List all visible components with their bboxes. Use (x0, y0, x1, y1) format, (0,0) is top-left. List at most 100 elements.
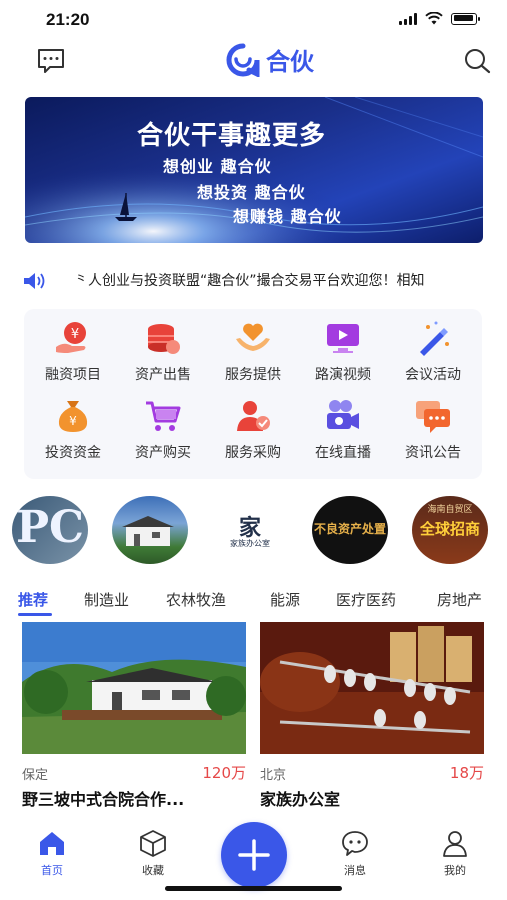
category-grid: ¥ 融资项目 资产出售 服务提供 路演视频 会议活动 ¥ 投资资金 资产购买 服… (24, 309, 482, 479)
box-icon (140, 830, 166, 857)
tab-recommended[interactable]: 推荐 (18, 589, 48, 610)
listing-card[interactable]: 保定 120万 野三坡中式合院合作... (22, 622, 246, 812)
magic-wand-icon (420, 321, 449, 356)
speaker-icon (24, 273, 45, 289)
nav-favorites[interactable]: 收藏 (123, 828, 183, 878)
tab-real-estate[interactable]: 房地产 (437, 589, 482, 610)
brand-text: 不良资产处置 (313, 522, 386, 536)
svg-text:¥: ¥ (69, 414, 77, 428)
brand-courtyard[interactable] (112, 496, 188, 564)
category-service-procurement[interactable]: 服务采购 (208, 391, 298, 469)
listing-location: 北京 (260, 768, 287, 783)
status-icons (399, 12, 480, 25)
category-asset-purchase[interactable]: 资产购买 (118, 391, 208, 469)
announcement-ticker[interactable]: ⺀人创业与投资联盟“趣合伙”撮合交易平台欢迎您！相知 (0, 264, 507, 298)
category-label: 路演视频 (315, 367, 371, 383)
banner-title: 合伙干事趣更多 (137, 121, 327, 151)
cart-icon (146, 401, 181, 431)
message-icon[interactable] (36, 46, 66, 76)
brand-global-investment[interactable]: 海南自贸区 全球招商 (412, 496, 488, 564)
wifi-icon (425, 12, 443, 25)
category-label: 资产出售 (135, 367, 191, 383)
category-label: 在线直播 (315, 445, 371, 461)
listing-image (22, 622, 246, 754)
nav-label: 消息 (344, 864, 366, 877)
house-photo-art (122, 516, 174, 546)
abacus-photo-art (260, 622, 484, 754)
category-label: 资产购买 (135, 445, 191, 461)
category-label: 会议活动 (405, 367, 461, 383)
chat-icon (416, 401, 450, 433)
nav-label: 收藏 (142, 864, 164, 877)
category-news[interactable]: 资讯公告 (388, 391, 478, 469)
category-label: 服务提供 (225, 367, 281, 383)
listing-card[interactable]: 北京 18万 家族办公室 (260, 622, 484, 812)
status-bar: 21:20 (0, 0, 507, 40)
category-live-stream[interactable]: 在线直播 (298, 391, 388, 469)
money-bag-icon: ¥ (58, 401, 88, 432)
tab-energy[interactable]: 能源 (270, 589, 300, 610)
category-label: 资讯公告 (405, 445, 461, 461)
brand-pc[interactable]: PC (12, 496, 88, 564)
category-service-provide[interactable]: 服务提供 (208, 313, 298, 391)
brand-text: 全球招商 (419, 520, 480, 538)
coins-icon (148, 324, 180, 354)
logo-mark-icon (226, 43, 260, 77)
camera-icon (327, 400, 359, 429)
nav-label: 我的 (444, 864, 466, 877)
signal-icon (399, 12, 417, 25)
category-investment-funds[interactable]: ¥ 投资资金 (28, 391, 118, 469)
app-logo: 合伙 (224, 42, 314, 77)
user-icon (443, 831, 467, 857)
category-asset-sale[interactable]: 资产出售 (118, 313, 208, 391)
ticker-text: ⺀人创业与投资联盟“趣合伙”撮合交易平台欢迎您！相知 (74, 273, 425, 289)
logo-text: 合伙 (266, 48, 314, 76)
brand-text: PC (15, 502, 85, 553)
message-bubble-icon (342, 831, 368, 856)
courtyard-photo-art (22, 622, 246, 754)
banner-line-3: 想赚钱 趣合伙 (233, 207, 342, 226)
nav-messages[interactable]: 消息 (325, 828, 385, 878)
banner-line-2: 想投资 趣合伙 (197, 183, 306, 202)
listing-image (260, 622, 484, 754)
brand-subtext: 海南自贸区 (427, 505, 473, 515)
listing-location: 保定 (22, 768, 49, 783)
search-icon[interactable] (462, 46, 492, 76)
status-time: 21:20 (46, 10, 90, 29)
category-meetings[interactable]: 会议活动 (388, 313, 478, 391)
app-header: 合伙 (0, 40, 507, 84)
listing-title: 家族办公室 (260, 790, 341, 809)
listing-price: 120万 (202, 764, 246, 782)
tab-manufacturing[interactable]: 制造业 (84, 589, 129, 610)
category-financing[interactable]: ¥ 融资项目 (28, 313, 118, 391)
tab-active-indicator (18, 613, 52, 616)
category-label: 服务采购 (225, 445, 281, 461)
plus-icon (238, 839, 270, 871)
tab-agriculture[interactable]: 农林牧渔 (166, 589, 226, 610)
battery-icon (451, 12, 480, 25)
financing-icon: ¥ (56, 322, 86, 353)
category-label: 投资资金 (45, 445, 101, 461)
tab-medical[interactable]: 医疗医药 (336, 589, 396, 610)
nav-mine[interactable]: 我的 (425, 828, 485, 878)
category-roadshow-video[interactable]: 路演视频 (298, 313, 388, 391)
user-service-icon (237, 401, 270, 431)
brand-family-office[interactable]: 家 家族办公室 (212, 496, 288, 564)
partner-brands: PC 家 家族办公室 不良资产处置 海南自贸区 全球招商 (0, 496, 507, 568)
svg-text:¥: ¥ (71, 327, 79, 342)
video-icon (327, 324, 359, 353)
add-button[interactable] (221, 822, 287, 888)
home-icon (40, 832, 64, 855)
heart-hand-icon (236, 323, 270, 351)
banner-line-1: 想创业 趣合伙 (163, 157, 272, 176)
promo-banner[interactable]: 合伙干事趣更多 想创业 趣合伙 想投资 趣合伙 想赚钱 趣合伙 (25, 97, 483, 243)
brand-subtext: 家族办公室 (230, 539, 270, 548)
nav-label: 首页 (41, 864, 63, 877)
category-tabs: 推荐 制造业 农林牧渔 能源 医疗医药 房地产 (0, 585, 507, 621)
listing-title: 野三坡中式合院合作... (22, 790, 185, 809)
nav-home[interactable]: 首页 (22, 828, 82, 878)
listing-price: 18万 (449, 764, 484, 782)
category-label: 融资项目 (45, 367, 101, 383)
home-indicator (165, 886, 342, 891)
brand-distressed-assets[interactable]: 不良资产处置 (312, 496, 388, 564)
